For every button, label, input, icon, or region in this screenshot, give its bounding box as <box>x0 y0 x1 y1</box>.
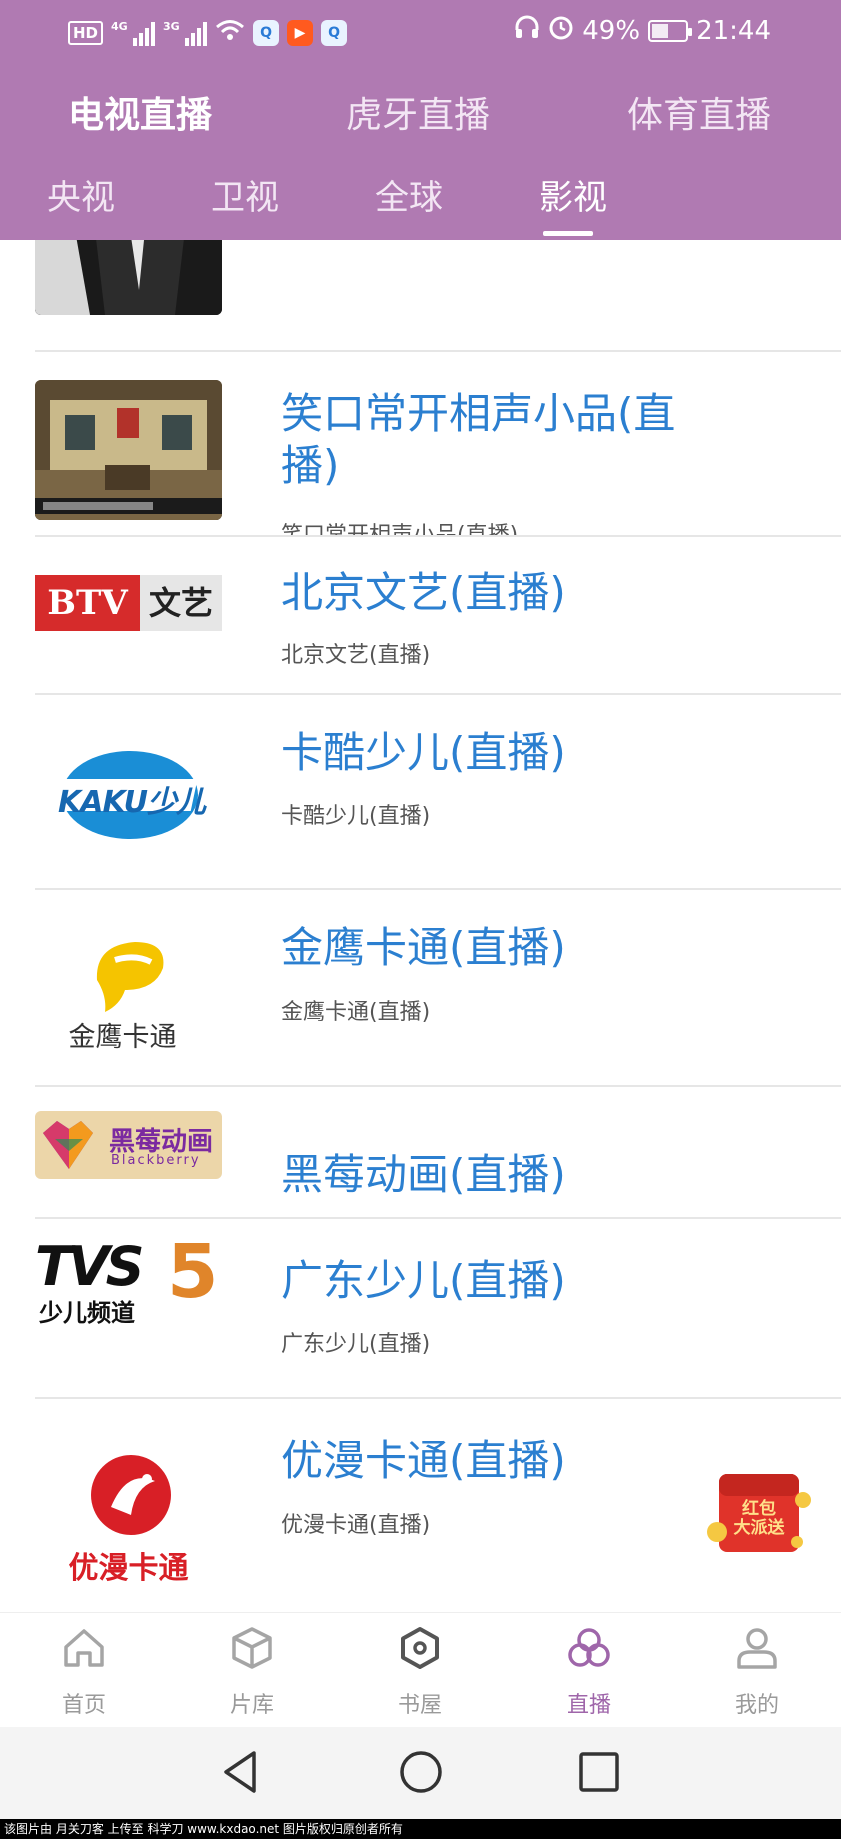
signal-icon-2: 3G <box>163 20 208 46</box>
list-item[interactable] <box>0 240 841 352</box>
nav-books-label: 书屋 <box>397 1693 442 1718</box>
channel-subtitle: 广东少儿(直播) <box>281 1332 431 1357</box>
circles-icon <box>568 1628 610 1667</box>
recents-icon[interactable] <box>574 1747 624 1797</box>
channel-title: 笑口常开相声小品(直 播) <box>281 388 675 491</box>
channel-logo: TVS 5 少儿频道 <box>35 1237 222 1327</box>
network-type-2: 3G <box>163 20 180 33</box>
red-packet-button[interactable]: 红包 大派送 <box>705 1470 811 1556</box>
header: HD 4G 3G Q ▶ Q 49% 21:44 电视直播 虎牙直播 体育直播 … <box>0 0 841 240</box>
jinying-logo-text: 金鹰卡通 <box>68 1022 177 1053</box>
subtab-film[interactable]: 影视 <box>539 170 607 219</box>
red-packet-line2: 大派送 <box>733 1518 785 1538</box>
watermark: 该图片由 月关刀客 上传至 科学刀 www.kxdao.net 图片版权归原创者… <box>0 1819 841 1839</box>
headphones-icon <box>514 14 540 47</box>
nav-profile-label: 我的 <box>734 1693 779 1718</box>
tvs-logo-number: 5 <box>167 1237 219 1315</box>
channel-subtitle: 卡酷少儿(直播) <box>281 804 431 829</box>
cube-icon <box>232 1627 272 1669</box>
battery-percent: 49% <box>582 15 641 46</box>
list-item[interactable]: 金鹰卡通 金鹰卡通(直播) 金鹰卡通(直播) <box>0 890 841 1095</box>
channel-subtitle: 金鹰卡通(直播) <box>281 1000 431 1025</box>
subtab-cctv[interactable]: 央视 <box>47 170 115 219</box>
channel-list: 笑口常开相声小品(直 播) 笑口常开相声小品(直播) BTV 文艺 北京文艺(直… <box>0 240 841 1612</box>
nav-library[interactable]: 片库 <box>192 1613 312 1728</box>
channel-title-line1: 笑口常开相声小品(直 <box>281 389 676 438</box>
battery-icon <box>648 19 693 42</box>
tvs-logo-label: 少儿频道 <box>39 1299 135 1327</box>
status-bar: HD 4G 3G Q ▶ Q 49% 21:44 <box>0 0 841 64</box>
nav-books[interactable]: 书屋 <box>360 1613 480 1728</box>
network-type: 4G <box>111 20 128 33</box>
blackberry-logo-subtext: Blackberry <box>111 1153 201 1168</box>
channel-title-line2: 播) <box>281 440 340 490</box>
tab-huya-live[interactable]: 虎牙直播 <box>346 86 490 138</box>
channel-logo: KAKU少儿 <box>35 725 222 865</box>
channel-thumbnail <box>35 240 222 315</box>
alarm-icon <box>548 14 574 47</box>
channel-subtitle: 北京文艺(直播) <box>281 643 431 668</box>
wifi-icon <box>215 18 245 48</box>
system-nav-bar <box>0 1727 841 1819</box>
tvs-logo-text: TVS <box>35 1237 145 1298</box>
channel-title: 北京文艺(直播) <box>281 568 566 617</box>
top-tabs: 电视直播 虎牙直播 体育直播 <box>0 86 841 142</box>
signal-icon: 4G <box>111 20 156 46</box>
channel-title: 黑莓动画(直播) <box>281 1150 566 1199</box>
nav-library-label: 片库 <box>229 1693 274 1718</box>
home-icon <box>64 1629 104 1667</box>
list-item[interactable]: 笑口常开相声小品(直 播) 笑口常开相声小品(直播) <box>0 352 841 555</box>
browser-app-icon-2: Q <box>321 20 348 46</box>
hexagon-icon <box>401 1627 439 1669</box>
red-packet-line1: 红包 <box>742 1499 776 1519</box>
tab-tv-live[interactable]: 电视直播 <box>68 86 212 138</box>
status-left: HD 4G 3G Q ▶ Q <box>68 18 348 48</box>
subtab-indicator <box>543 231 593 236</box>
app-screen: HD 4G 3G Q ▶ Q 49% 21:44 电视直播 虎牙直播 体育直播 … <box>0 0 841 1839</box>
user-icon <box>737 1628 777 1669</box>
status-right: 49% 21:44 <box>514 14 771 47</box>
channel-title: 优漫卡通(直播) <box>281 1436 566 1485</box>
channel-logo: 优漫卡通 <box>35 1425 222 1612</box>
channel-title: 金鹰卡通(直播) <box>281 923 566 972</box>
video-app-icon: ▶ <box>287 20 314 46</box>
nav-live[interactable]: 直播 <box>529 1613 649 1728</box>
list-item[interactable]: 黑莓动画 Blackberry 黑莓动画(直播) <box>0 1087 841 1219</box>
subtab-satellite[interactable]: 卫视 <box>211 170 279 219</box>
kaku-logo-text: KAKU少儿 <box>57 785 206 820</box>
nav-home[interactable]: 首页 <box>24 1613 144 1728</box>
battery-fill <box>652 23 669 38</box>
subtab-global[interactable]: 全球 <box>375 170 443 219</box>
back-icon[interactable] <box>216 1747 266 1797</box>
browser-app-icon: Q <box>253 20 280 46</box>
home-circle-icon[interactable] <box>396 1747 446 1797</box>
list-item[interactable]: TVS 5 少儿频道 广东少儿(直播) 广东少儿(直播) <box>0 1217 841 1399</box>
list-item[interactable]: KAKU少儿 卡酷少儿(直播) 卡酷少儿(直播) <box>0 695 841 895</box>
hd-icon: HD <box>68 21 104 45</box>
channel-logo: BTV 文艺 <box>35 567 222 637</box>
channel-title: 广东少儿(直播) <box>281 1256 566 1305</box>
channel-logo: 黑莓动画 Blackberry <box>35 1111 222 1179</box>
channel-subtitle: 笑口常开相声小品(直播) <box>281 517 518 535</box>
channel-subtitle: 优漫卡通(直播) <box>281 1513 431 1538</box>
tab-sports-live[interactable]: 体育直播 <box>627 86 771 138</box>
list-item[interactable]: BTV 文艺 北京文艺(直播) 北京文艺(直播) <box>0 537 841 717</box>
nav-live-label: 直播 <box>566 1693 611 1718</box>
btv-logo-text: BTV <box>35 575 140 631</box>
youman-logo-text: 优漫卡通 <box>68 1551 189 1586</box>
bottom-nav: 首页 片库 书屋 直播 我的 <box>0 1612 841 1727</box>
nav-home-label: 首页 <box>61 1693 106 1718</box>
sub-tabs: 央视 卫视 全球 影视 <box>0 170 841 240</box>
btv-logo-label: 文艺 <box>140 575 222 631</box>
nav-profile[interactable]: 我的 <box>697 1613 817 1728</box>
channel-title: 卡酷少儿(直播) <box>281 728 566 777</box>
clock: 21:44 <box>696 15 771 46</box>
channel-logo: 金鹰卡通 <box>35 920 222 1065</box>
channel-thumbnail <box>35 380 222 520</box>
